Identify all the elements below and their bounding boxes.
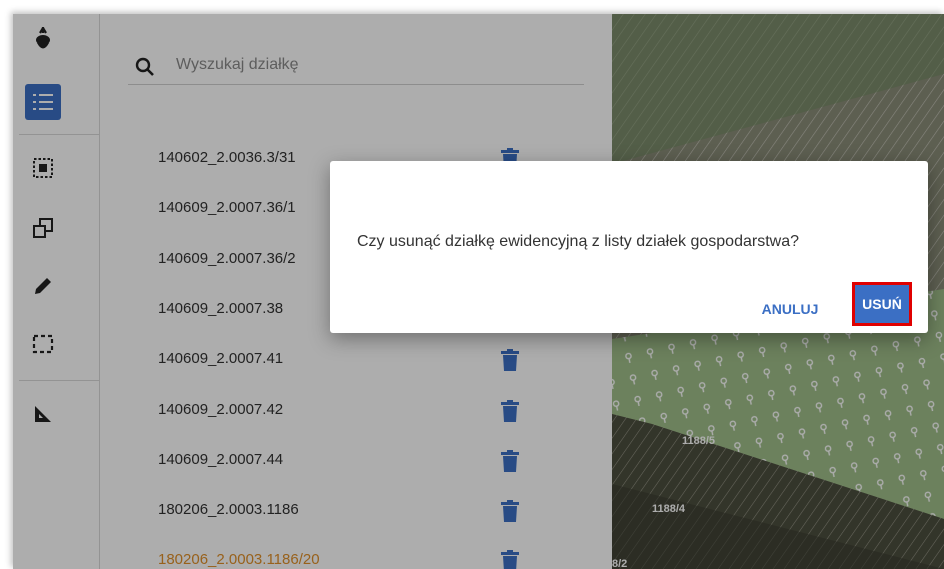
- app-frame: 140602_2.0036.3/31140609_2.0007.36/11406…: [13, 14, 944, 569]
- delete-button[interactable]: USUŃ: [852, 282, 912, 326]
- dialog-message: Czy usunąć działkę ewidencyjną z listy d…: [357, 233, 799, 250]
- delete-confirm-dialog: Czy usunąć działkę ewidencyjną z listy d…: [330, 161, 928, 333]
- cancel-button[interactable]: ANULUJ: [748, 293, 832, 325]
